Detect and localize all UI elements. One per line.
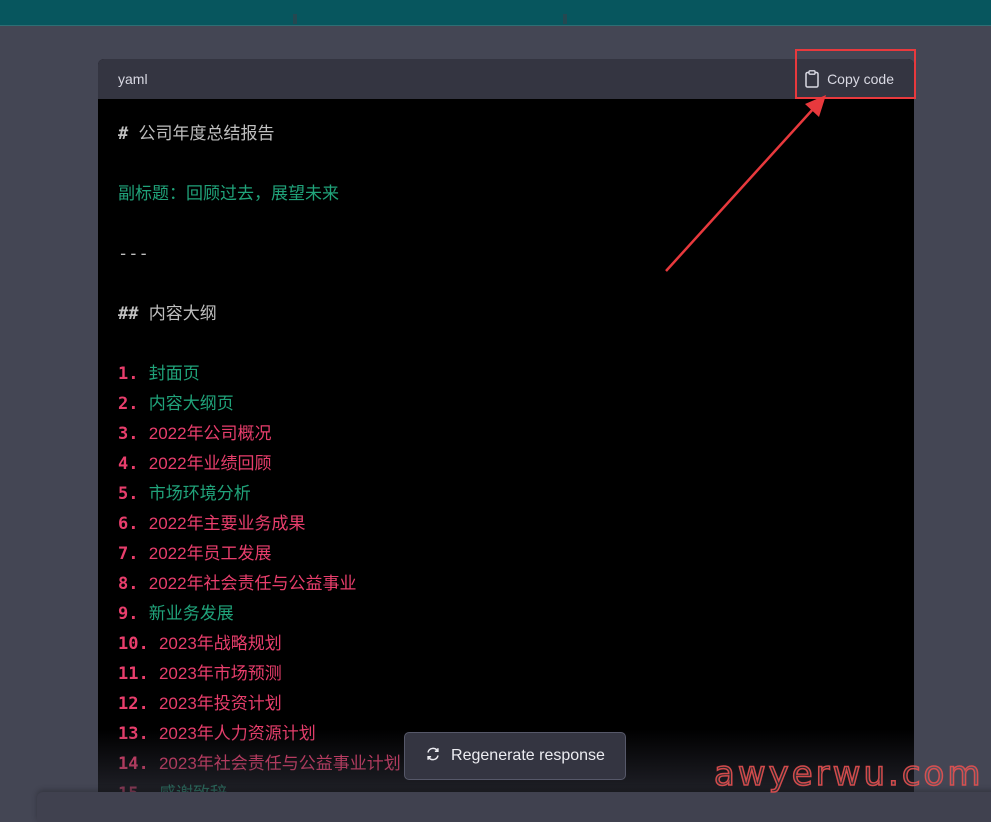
- outline-item: 8. 2022年社会责任与公益事业: [118, 569, 894, 599]
- outline-number: 1.: [118, 364, 139, 384]
- section-text: 内容大纲: [148, 304, 217, 324]
- topbar-fragment: [563, 14, 567, 24]
- outline-item: 12. 2023年投资计划: [118, 689, 894, 719]
- outline-number: 13.: [118, 724, 149, 744]
- outline-number: 5.: [118, 484, 139, 504]
- outline-item: 5. 市场环境分析: [118, 479, 894, 509]
- outline-year: 2023: [158, 694, 197, 713]
- outline-number: 6.: [118, 514, 139, 534]
- outline-year: 2023: [158, 754, 197, 773]
- regenerate-response-button[interactable]: Regenerate response: [404, 732, 626, 780]
- heading-mark: ##: [118, 304, 139, 324]
- outline-number: 9.: [118, 604, 139, 624]
- outline-item: 7. 2022年员工发展: [118, 539, 894, 569]
- outline-item: 6. 2022年主要业务成果: [118, 509, 894, 539]
- outline-year: 2022: [148, 544, 187, 563]
- outline-item: 3. 2022年公司概况: [118, 419, 894, 449]
- regenerate-label: Regenerate response: [451, 747, 605, 764]
- outline-text: 年社会责任与公益事业: [186, 574, 357, 594]
- message-input-area[interactable]: [37, 792, 991, 822]
- outline-number: 11.: [118, 664, 149, 684]
- outline-item: 4. 2022年业绩回顾: [118, 449, 894, 479]
- code-content: # 公司年度总结报告 副标题：回顾过去，展望未来 --- ## 内容大纲 1. …: [118, 119, 894, 809]
- outline-text: 年市场预测: [196, 664, 282, 684]
- outline-text: 年主要业务成果: [186, 514, 306, 534]
- outline-year: 2023: [158, 664, 197, 683]
- outline-text: 年社会责任与公益事业计划: [196, 754, 401, 774]
- outline-text: 年战略规划: [196, 634, 282, 654]
- outline-item: 11. 2023年市场预测: [118, 659, 894, 689]
- outline-text: 内容大纲页: [148, 394, 234, 414]
- outline-text: 年投资计划: [196, 694, 282, 714]
- outline-item: 1. 封面页: [118, 359, 894, 389]
- outline-year: 2023: [158, 634, 197, 653]
- outline-number: 10.: [118, 634, 149, 654]
- outline-year: 2022: [148, 514, 187, 533]
- outline-number: 8.: [118, 574, 139, 594]
- outline-text: 封面页: [148, 364, 200, 384]
- heading-mark: #: [118, 124, 129, 144]
- outline-number: 2.: [118, 394, 139, 414]
- code-line-section: ## 内容大纲: [118, 299, 894, 329]
- code-line-subtitle: 副标题：回顾过去，展望未来: [118, 184, 339, 204]
- refresh-icon: [425, 746, 441, 767]
- outline-text: 年员工发展: [186, 544, 272, 564]
- outline-item: 10. 2023年战略规划: [118, 629, 894, 659]
- outline-text: 新业务发展: [148, 604, 234, 624]
- outline-number: 4.: [118, 454, 139, 474]
- outline-item: 9. 新业务发展: [118, 599, 894, 629]
- outline-item: 2. 内容大纲页: [118, 389, 894, 419]
- code-line-title: # 公司年度总结报告: [118, 119, 894, 149]
- outline-number: 14.: [118, 754, 149, 774]
- outline-text: 年公司概况: [186, 424, 272, 444]
- outline-text: 市场环境分析: [148, 484, 251, 504]
- outline-year: 2022: [148, 454, 187, 473]
- annotation-highlight-box: [795, 49, 916, 99]
- outline-year: 2023: [158, 724, 197, 743]
- code-language-label: yaml: [118, 71, 148, 87]
- topbar-fragment: [293, 14, 297, 24]
- top-bar: [0, 0, 991, 26]
- outline-year: 2022: [148, 574, 187, 593]
- code-line-separator: ---: [118, 244, 149, 264]
- outline-text: 年人力资源计划: [196, 724, 316, 744]
- watermark: awyerwu.com: [713, 753, 984, 795]
- code-block: yaml Copy code # 公司年度总结报告 副标题：回顾过去，展望未来 …: [98, 59, 914, 819]
- outline-number: 12.: [118, 694, 149, 714]
- outline-year: 2022: [148, 424, 187, 443]
- title-text: 公司年度总结报告: [138, 124, 275, 144]
- outline-number: 7.: [118, 544, 139, 564]
- outline-text: 年业绩回顾: [186, 454, 272, 474]
- outline-number: 3.: [118, 424, 139, 444]
- code-header: yaml Copy code: [98, 59, 914, 99]
